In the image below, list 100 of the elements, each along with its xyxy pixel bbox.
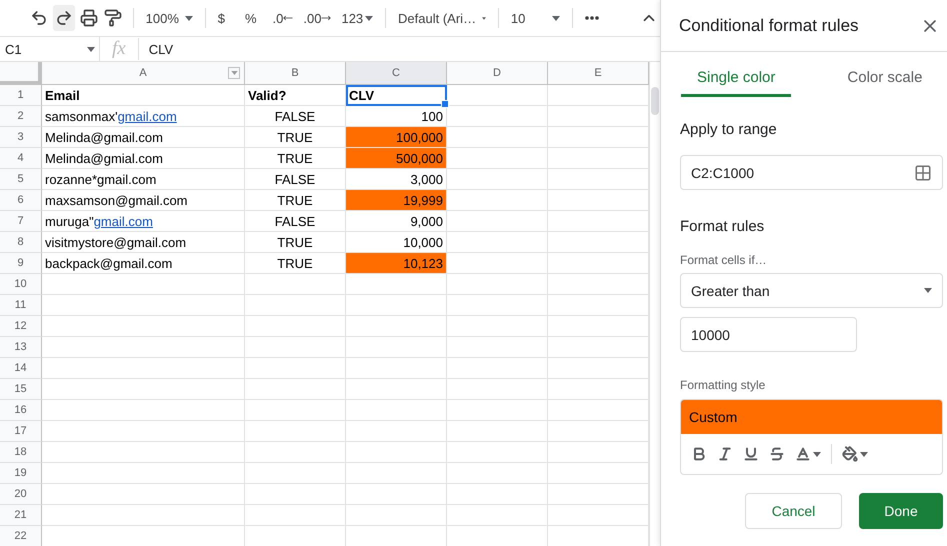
table-cell: 10,123 — [346, 253, 447, 274]
paint-bucket-icon — [842, 446, 858, 462]
fill-handle[interactable] — [441, 100, 449, 108]
percent-button[interactable]: % — [240, 5, 261, 31]
row-number[interactable]: 14 — [0, 358, 42, 379]
paint-roller-icon — [104, 9, 122, 27]
text-color-icon — [795, 446, 811, 462]
range-field[interactable]: C2:C1000 — [680, 155, 943, 190]
table-cell: 3,000 — [346, 169, 447, 190]
table-cell: FALSE — [245, 211, 346, 232]
row-number[interactable]: 17 — [0, 421, 42, 442]
row-number[interactable]: 19 — [0, 463, 42, 484]
column-header[interactable]: D — [447, 62, 548, 85]
caret-icon — [924, 288, 932, 293]
zoom-dropdown[interactable]: 100% — [142, 5, 197, 31]
formula-value[interactable]: CLV — [138, 42, 174, 56]
caret-icon — [184, 16, 193, 20]
function-label: fx — [100, 38, 139, 60]
redo-icon — [55, 9, 74, 27]
row-number[interactable]: 10 — [0, 274, 42, 295]
caret-icon — [365, 16, 374, 20]
undo-icon — [30, 9, 48, 27]
decrease-decimal-button[interactable]: .0 — [268, 5, 298, 31]
row-number[interactable]: 22 — [0, 526, 42, 546]
table-cell: muruga"gmail.com — [42, 211, 245, 232]
table-cell: maxsamson@gmail.com — [42, 190, 245, 211]
row-number[interactable]: 16 — [0, 400, 42, 421]
column-header[interactable]: B — [245, 62, 346, 85]
table-cell: 10,000 — [346, 232, 447, 253]
increase-decimal-button[interactable]: .00 — [299, 5, 336, 31]
table-cell: TRUE — [245, 190, 346, 211]
table-cell: 9,000 — [346, 211, 447, 232]
redo-button[interactable] — [52, 5, 76, 31]
row-number[interactable]: 13 — [0, 337, 42, 358]
tab[interactable]: Color scale — [831, 52, 938, 97]
caret-icon — [813, 452, 821, 456]
cancel-button[interactable]: Cancel — [745, 493, 842, 529]
underline-icon — [743, 446, 759, 462]
table-cell: 500,000 — [346, 148, 447, 169]
section-heading: Apply to range — [680, 121, 778, 138]
email-link[interactable]: gmail.com — [118, 108, 177, 124]
row-number[interactable]: 20 — [0, 484, 42, 505]
table-cell: TRUE — [245, 253, 346, 274]
table-cell: TRUE — [245, 232, 346, 253]
grid-icon — [914, 164, 932, 182]
tab[interactable]: Single color — [681, 52, 792, 97]
table-cell: 100,000 — [346, 127, 447, 148]
row-number[interactable]: 1 — [0, 85, 42, 106]
filter-icon[interactable] — [228, 67, 240, 79]
row-number[interactable]: 7 — [0, 211, 42, 232]
panel-title: Conditional format rules — [679, 16, 859, 36]
row-number[interactable]: 4 — [0, 148, 42, 169]
caret-icon — [87, 46, 95, 52]
row-number[interactable]: 11 — [0, 295, 42, 316]
table-cell: Email — [42, 85, 245, 106]
row-number[interactable]: 12 — [0, 316, 42, 337]
row-number[interactable]: 9 — [0, 253, 42, 274]
scrollbar-thumb[interactable] — [651, 87, 659, 115]
currency-button[interactable]: $ — [214, 5, 229, 31]
section-heading: Format rules — [680, 218, 766, 235]
font-dropdown[interactable]: Default (Ari… — [394, 5, 490, 31]
column-header[interactable]: A — [42, 62, 245, 85]
condition-dropdown[interactable]: Greater than — [680, 273, 943, 308]
strikethrough-icon — [769, 446, 785, 462]
table-cell: rozanne*gmail.com — [42, 169, 245, 190]
bold-icon — [691, 446, 707, 462]
italic-icon — [717, 446, 733, 462]
row-number[interactable]: 3 — [0, 127, 42, 148]
column-header[interactable]: E — [548, 62, 649, 85]
row-number[interactable]: 8 — [0, 232, 42, 253]
email-link[interactable]: gmail.com — [94, 214, 153, 228]
right-arrow-icon — [321, 13, 332, 23]
row-number[interactable]: 15 — [0, 379, 42, 400]
field-label: Formatting style — [680, 378, 766, 392]
caret-icon — [482, 16, 486, 20]
left-arrow-icon — [283, 13, 294, 23]
caret-icon — [860, 452, 868, 456]
row-number[interactable]: 21 — [0, 505, 42, 526]
row-number[interactable]: 2 — [0, 106, 42, 127]
table-cell: samsonmax'gmail.com — [42, 106, 245, 127]
table-cell: backpack@gmail.com — [42, 253, 245, 274]
field-label: Format cells if… — [680, 253, 768, 267]
table-cell: FALSE — [245, 169, 346, 190]
table-cell: CLV — [346, 85, 447, 106]
table-cell: 19,999 — [346, 190, 447, 211]
number-format-dropdown[interactable]: 123 — [337, 5, 378, 31]
table-cell: Valid? — [245, 85, 346, 106]
row-number[interactable]: 5 — [0, 169, 42, 190]
table-cell: Melinda@gmail.com — [42, 127, 245, 148]
font-size-dropdown[interactable]: 10 — [506, 5, 564, 31]
done-button[interactable]: Done — [859, 493, 943, 529]
row-number[interactable]: 18 — [0, 442, 42, 463]
value-field[interactable]: 10000 — [680, 317, 857, 352]
table-cell: Melinda@gmial.com — [42, 148, 245, 169]
dots-glyph — [585, 16, 599, 20]
row-number[interactable]: 6 — [0, 190, 42, 211]
table-cell: TRUE — [245, 148, 346, 169]
column-header[interactable]: C — [346, 62, 447, 85]
style-preview[interactable]: Custom — [681, 400, 942, 434]
table-cell: FALSE — [245, 106, 346, 127]
